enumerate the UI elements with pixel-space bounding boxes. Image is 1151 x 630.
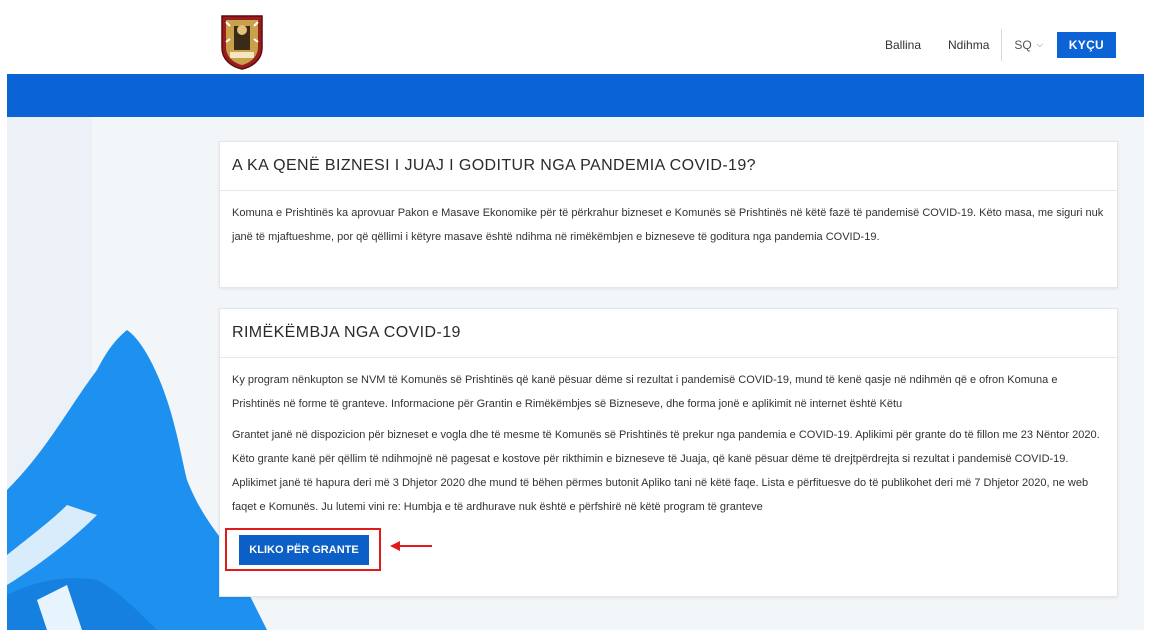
arrow-left-icon [390,541,432,551]
card-title: A KA QENË BIZNESI I JUAJ I GODITUR NGA P… [220,142,1117,191]
card-body: Komuna e Prishtinës ka aprovuar Pakon e … [220,191,1117,249]
chevron-down-icon: ⌵ [1036,40,1043,49]
municipality-logo[interactable] [220,14,264,70]
card-business-impact: A KA QENË BIZNESI I JUAJ I GODITUR NGA P… [219,141,1118,288]
language-label: SQ [1014,38,1032,52]
nav-divider [1001,29,1003,61]
card-body: Ky program nënkupton se NVM të Komunës s… [220,358,1117,519]
hero-band [7,74,1144,117]
grants-button[interactable]: KLIKO PËR GRANTE [239,535,369,565]
card-title: RIMËKËMBJA NGA COVID-19 [220,309,1117,358]
card-paragraph-details: Grantet janë në dispozicion për bizneset… [232,429,1100,513]
language-selector[interactable]: SQ ⌵ [1014,38,1042,52]
nav-home-link[interactable]: Ballina [885,38,921,52]
login-button[interactable]: KYÇU [1056,32,1116,58]
card-paragraph: Komuna e Prishtinës ka aprovuar Pakon e … [232,207,1104,243]
main-nav: Ballina Ndihma SQ ⌵ KYÇU [858,29,1116,61]
nav-help-link[interactable]: Ndihma [948,38,989,52]
top-header: Ballina Ndihma SQ ⌵ KYÇU [7,8,1144,74]
card-paragraph-intro: Ky program nënkupton se NVM të Komunës s… [232,374,1058,410]
